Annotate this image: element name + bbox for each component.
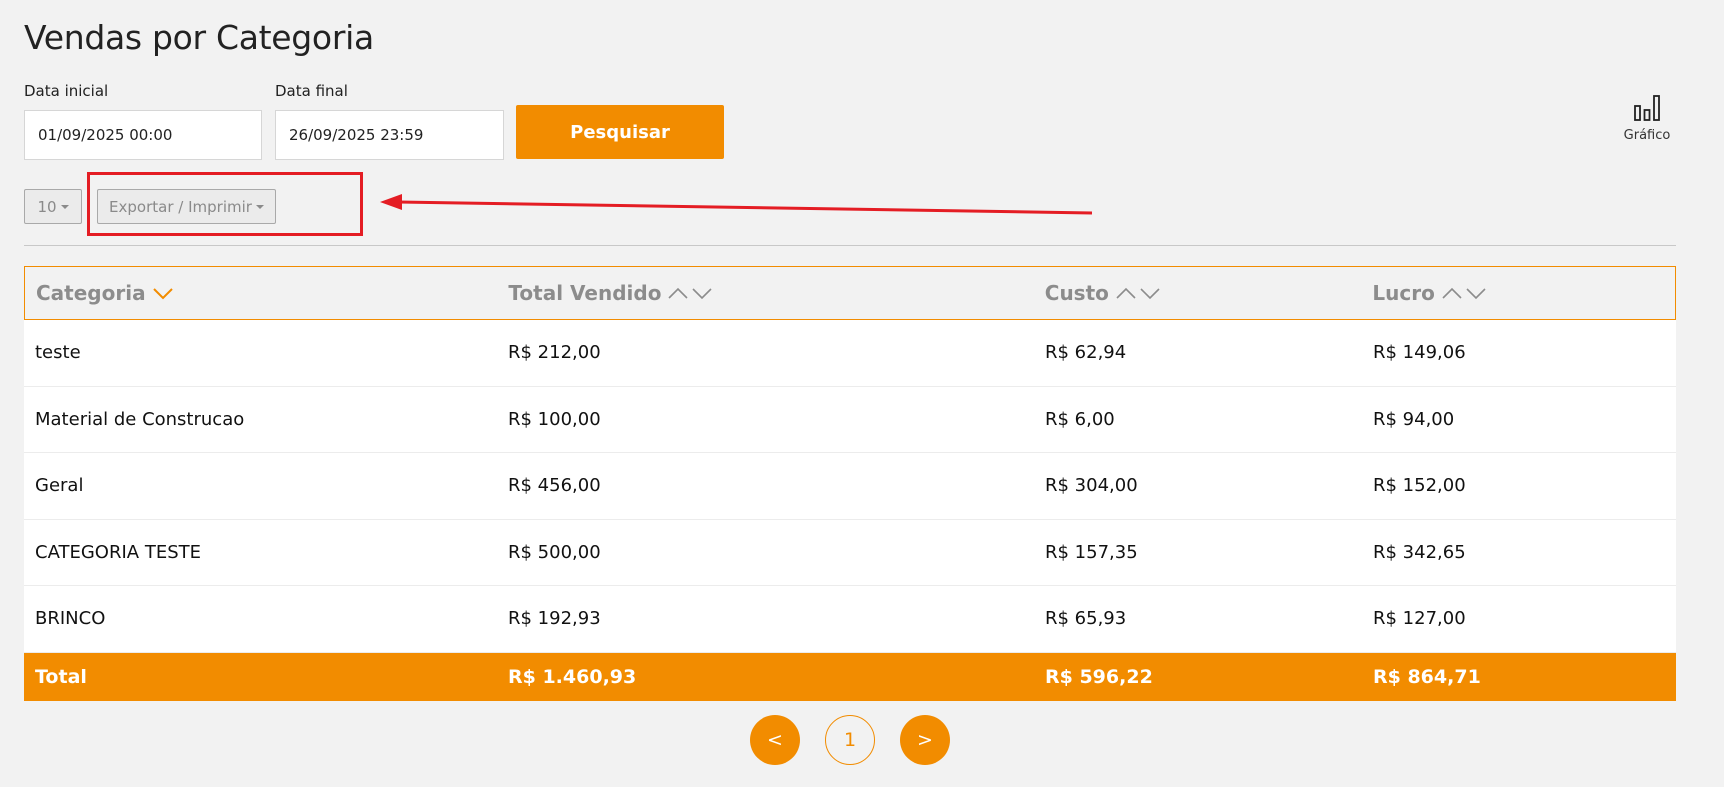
end-date-label: Data final [275,82,348,100]
cell-categoria: Geral [35,475,84,497]
table-row: BRINCO R$ 192,93 R$ 65,93 R$ 127,00 [24,586,1676,653]
column-header-total-vendido[interactable]: Total Vendido [497,267,1033,319]
page-title: Vendas por Categoria [24,18,374,57]
total-custo-sum: R$ 596,22 [1045,665,1153,688]
cell-total-vendido: R$ 456,00 [508,475,601,497]
sort-toggle-icon [1115,286,1161,300]
cell-lucro: R$ 149,06 [1373,342,1466,364]
column-header-label: Total Vendido [508,281,662,305]
cell-lucro: R$ 127,00 [1373,608,1466,630]
table-total-row: Total R$ 1.460,93 R$ 596,22 R$ 864,71 [24,652,1676,701]
table-row: CATEGORIA TESTE R$ 500,00 R$ 157,35 R$ 3… [24,519,1676,586]
column-header-categoria[interactable]: Categoria [25,267,497,319]
start-date-input[interactable] [24,110,262,160]
annotation-highlight-box [87,172,363,236]
cell-custo: R$ 65,93 [1045,608,1127,630]
cell-custo: R$ 6,00 [1045,408,1115,430]
chart-link[interactable]: Gráfico [1616,94,1678,143]
caret-down-icon [60,205,69,209]
pagination-next-button[interactable]: > [900,715,950,765]
column-header-label: Categoria [36,281,146,305]
total-label: Total [35,665,87,688]
column-header-lucro[interactable]: Lucro [1361,267,1675,319]
chart-link-label: Gráfico [1623,128,1671,143]
start-date-label: Data inicial [24,82,109,100]
column-header-label: Custo [1044,281,1109,305]
cell-lucro: R$ 94,00 [1373,408,1455,430]
table-header: Categoria Total Vendido Custo Lucro [24,266,1676,320]
total-lucro-sum: R$ 864,71 [1373,665,1481,688]
page-size-value: 10 [37,197,57,216]
cell-categoria: CATEGORIA TESTE [35,541,201,563]
cell-total-vendido: R$ 500,00 [508,541,601,563]
pagination-prev-button[interactable]: < [750,715,800,765]
table-row: Material de Construcao R$ 100,00 R$ 6,00… [24,386,1676,453]
total-vendido-sum: R$ 1.460,93 [508,665,637,688]
search-button[interactable]: Pesquisar [516,105,724,159]
cell-categoria: Material de Construcao [35,408,245,430]
cell-total-vendido: R$ 100,00 [508,408,601,430]
end-date-input[interactable] [275,110,504,160]
cell-total-vendido: R$ 212,00 [508,342,601,364]
column-header-custo[interactable]: Custo [1034,267,1362,319]
cell-custo: R$ 62,94 [1045,342,1127,364]
table-row: teste R$ 212,00 R$ 62,94 R$ 149,06 [24,320,1676,387]
sales-table: Categoria Total Vendido Custo Lucro test… [24,266,1676,701]
column-header-label: Lucro [1372,281,1435,305]
sort-toggle-icon [667,286,713,300]
toolbar-divider [24,245,1676,246]
cell-custo: R$ 304,00 [1045,475,1138,497]
cell-categoria: teste [35,342,81,364]
cell-total-vendido: R$ 192,93 [508,608,601,630]
sort-desc-active-icon [152,286,174,300]
sort-toggle-icon [1441,286,1487,300]
cell-custo: R$ 157,35 [1045,541,1138,563]
page-size-dropdown[interactable]: 10 [24,189,82,224]
cell-categoria: BRINCO [35,608,106,630]
cell-lucro: R$ 152,00 [1373,475,1466,497]
bar-chart-icon [1634,95,1660,121]
cell-lucro: R$ 342,65 [1373,541,1466,563]
table-row: Geral R$ 456,00 R$ 304,00 R$ 152,00 [24,453,1676,520]
pagination-page-1[interactable]: 1 [825,715,875,765]
